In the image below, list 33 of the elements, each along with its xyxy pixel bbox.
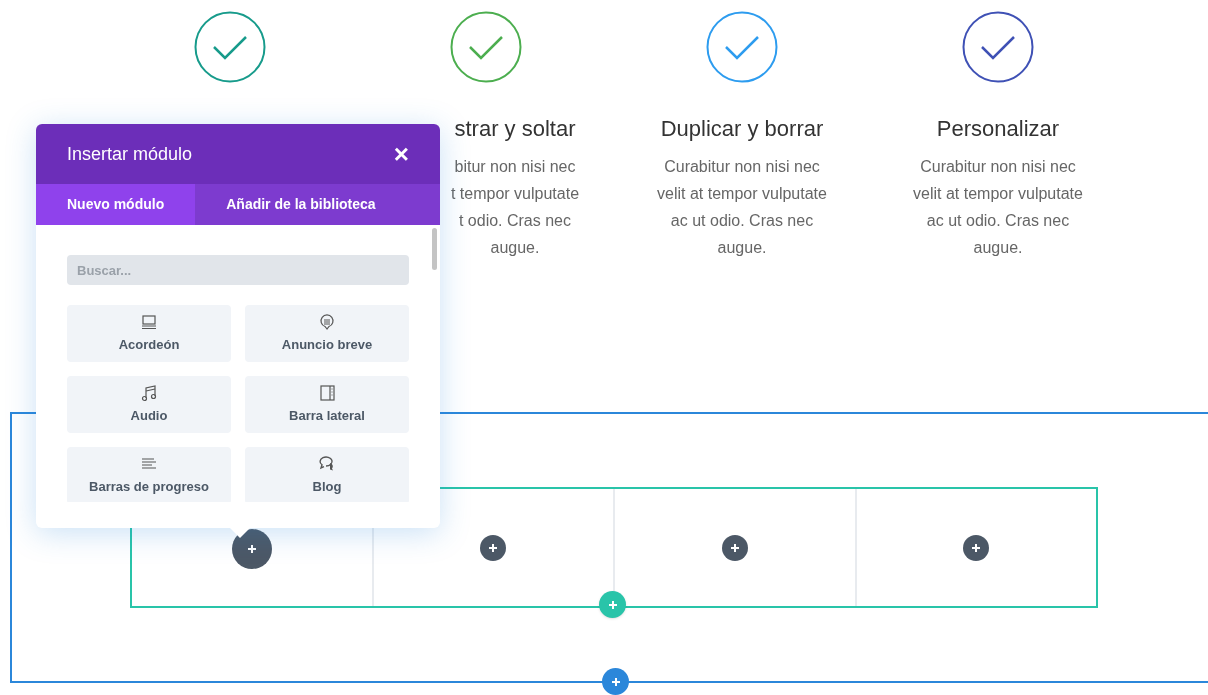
plus-icon <box>607 599 618 610</box>
scrollbar[interactable] <box>432 228 437 270</box>
music-note-icon <box>140 383 158 402</box>
module-tile[interactable]: Acordeón <box>67 305 231 362</box>
search-field[interactable]: Buscar... <box>67 255 409 285</box>
module-tile[interactable]: Blog <box>245 447 409 502</box>
accordion-icon <box>140 312 158 331</box>
dialog-tab[interactable]: Nuevo módulo <box>36 184 196 225</box>
plus-icon <box>971 542 982 553</box>
plus-icon <box>610 676 621 687</box>
add-module-button[interactable] <box>721 534 748 561</box>
add-module-button[interactable] <box>480 534 507 561</box>
feature-title: strar y soltar <box>454 115 576 143</box>
feature-description: Curabitur non nisi nec velit at tempor vulputate ac ut odio. Cras nec augue. <box>913 157 1083 258</box>
add-module-button[interactable] <box>231 529 272 569</box>
speech-bubble-icon <box>318 312 336 331</box>
module-tile[interactable]: Barra lateral <box>245 376 409 433</box>
feature-title: Personalizar <box>936 115 1060 143</box>
add-module-button[interactable] <box>963 534 990 561</box>
module-tile[interactable]: Anuncio breve <box>245 305 409 362</box>
dialog-title: Insertar módulo <box>67 142 193 166</box>
feature-description: bitur non nisi nec t tempor vulputate t odio. Cras nec augue. <box>450 157 580 258</box>
dialog-tab[interactable]: Añadir de la biblioteca <box>195 184 407 225</box>
feature-title: Duplicar y borrar <box>660 115 824 143</box>
sidebar-icon <box>318 383 336 402</box>
plus-icon <box>729 542 740 553</box>
close-button[interactable]: × <box>393 141 409 167</box>
plus-icon <box>246 544 257 554</box>
add-section-button[interactable] <box>602 668 629 695</box>
module-tile[interactable]: Barras de progreso <box>67 447 231 502</box>
plus-icon <box>488 542 499 553</box>
feature-description: Curabitur non nisi nec velit at tempor vulputate ac ut odio. Cras nec augue. <box>657 157 827 258</box>
module-tile[interactable]: Audio <box>67 376 231 433</box>
